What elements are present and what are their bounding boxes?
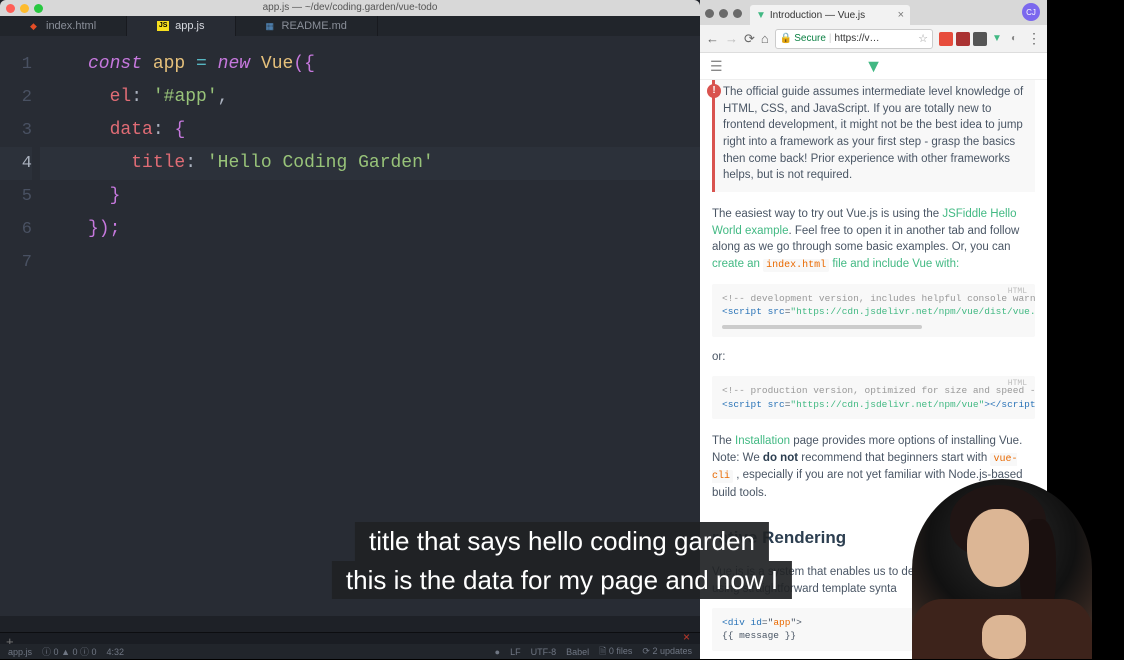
home-icon[interactable]: ⌂ [761,31,769,46]
menu-icon[interactable]: ⋮ [1027,30,1041,47]
installation-link[interactable]: Installation [735,435,790,447]
traffic-lights [6,4,43,13]
browser-traffic-lights [705,9,742,18]
js-file-icon: JS [157,21,169,31]
warning-tip: ! The official guide assumes intermediat… [712,80,1035,192]
extension-icon[interactable] [956,32,970,46]
site-header: ☰ ▼ [700,53,1047,80]
status-files[interactable]: 🗎 0 files [599,644,632,660]
code-block-dev[interactable]: HTML <!-- development version, includes … [712,284,1035,338]
minimize-icon[interactable] [20,4,29,13]
extension-icon[interactable] [973,32,987,46]
line-number: 3 [0,114,32,147]
vue-favicon-icon: ▼ [756,10,766,21]
browser-titlebar: ▼ Introduction — Vue.js × CJ [700,0,1047,25]
status-item[interactable]: ● [495,647,500,657]
browser-toolbar: ← → ⟳ ⌂ 🔒 Secure | https://v… ☆ ▼ ◐ ⋮ [700,25,1047,53]
tab-readme-md[interactable]: ▦ README.md [236,16,378,36]
extension-icon[interactable]: ◐ [1007,32,1021,46]
close-panel-icon[interactable]: × [683,633,690,641]
url-separator: | [829,33,832,44]
intro-paragraph: The easiest way to try out Vue.js is usi… [712,206,1035,274]
window-title: app.js — ~/dev/coding.garden/vue-todo [263,2,438,13]
create-link[interactable]: create an index.html file and include Vu… [712,258,959,270]
status-linter[interactable]: Babel [566,647,589,657]
address-bar[interactable]: 🔒 Secure | https://v… ☆ [775,29,933,49]
html-file-icon: ◆ [30,21,40,31]
vue-logo-icon[interactable]: ▼ [865,56,883,77]
browser-tab[interactable]: ▼ Introduction — Vue.js × [750,5,910,25]
tab-index-html[interactable]: ◆ index.html [0,16,127,36]
editor-tabs: ◆ index.html JS app.js ▦ README.md [0,16,700,36]
inline-code: index.html [763,259,829,272]
status-eol[interactable]: LF [510,647,521,657]
presenter-thumbnail [912,479,1092,659]
video-caption: title that says hello coding garden this… [332,522,792,599]
status-encoding[interactable]: UTF-8 [531,647,557,657]
line-number: 7 [0,246,32,279]
caption-line: this is the data for my page and now I [332,561,792,600]
line-number: 6 [0,213,32,246]
status-updates[interactable]: ⟳ 2 updates [642,646,692,657]
close-icon[interactable] [705,9,714,18]
bookmark-icon[interactable]: ☆ [918,32,928,45]
maximize-icon[interactable] [733,9,742,18]
tab-label: README.md [282,20,347,32]
vue-devtools-icon[interactable]: ▼ [990,32,1004,46]
caption-line: title that says hello coding garden [355,522,769,561]
line-gutter: 1 2 3 4 5 6 7 [0,36,40,616]
code-lang-badge: HTML [1008,286,1027,298]
code-block-prod[interactable]: HTML <!-- production version, optimized … [712,376,1035,420]
editor-titlebar: app.js — ~/dev/coding.garden/vue-todo [0,0,700,16]
browser-tab-title: Introduction — Vue.js [770,10,894,21]
horizontal-scrollbar[interactable] [722,325,922,329]
tip-text: The official guide assumes intermediate … [723,86,1023,181]
code-comment: <!-- development version, includes helpf… [722,292,1025,306]
extension-icon[interactable] [939,32,953,46]
close-icon[interactable] [6,4,15,13]
line-number: 2 [0,81,32,114]
close-tab-icon[interactable]: × [898,9,904,21]
line-number: 4 [0,147,32,180]
tab-label: index.html [46,20,96,32]
profile-avatar[interactable]: CJ [1022,3,1040,21]
secure-badge[interactable]: 🔒 Secure [780,33,826,44]
tab-label: app.js [175,20,204,32]
hamburger-icon[interactable]: ☰ [710,58,723,75]
status-bar: app.js ⓘ 0 ▲ 0 ⓘ 0 4:32 ● LF UTF-8 Babel… [0,644,700,659]
maximize-icon[interactable] [34,4,43,13]
line-number: 5 [0,180,32,213]
back-icon[interactable]: ← [706,31,719,46]
status-filename: app.js [8,647,32,657]
status-cursor: 4:32 [107,647,125,657]
forward-icon: → [725,31,738,46]
extension-icons: ▼ ◐ [939,32,1021,46]
warning-icon: ! [707,84,721,98]
code-lang-badge: HTML [1008,378,1027,390]
status-errors[interactable]: ⓘ 0 ▲ 0 ⓘ 0 [42,645,97,658]
tab-app-js[interactable]: JS app.js [127,16,235,36]
minimize-icon[interactable] [719,9,728,18]
url-text: https://v… [835,33,880,44]
line-number: 1 [0,48,32,81]
reload-icon[interactable]: ⟳ [744,31,755,47]
editor-bottom-tab-bar: + × [0,632,700,644]
or-text: or: [712,349,1035,366]
md-file-icon: ▦ [266,21,276,31]
code-comment: <!-- production version, optimized for s… [722,384,1025,398]
